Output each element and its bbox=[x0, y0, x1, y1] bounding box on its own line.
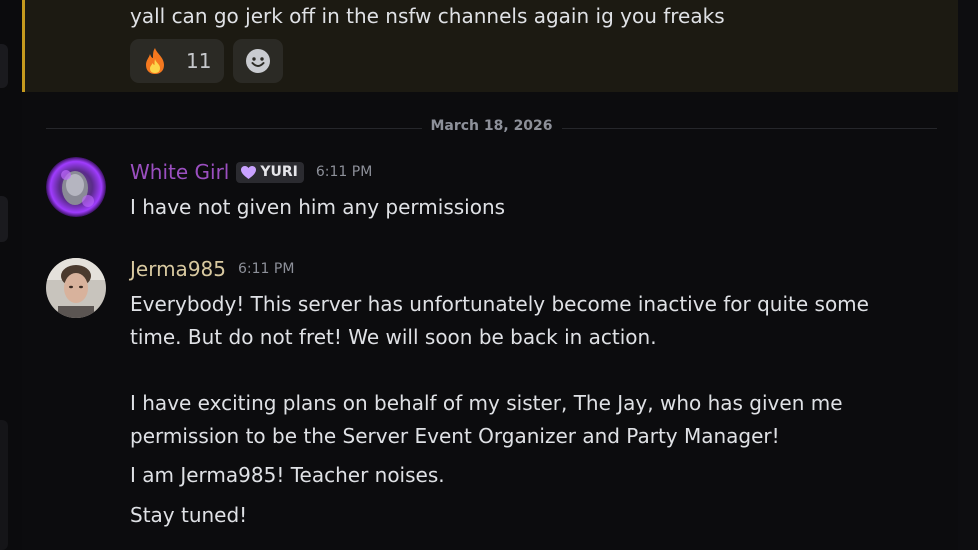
message-line: I have exciting plans on behalf of my si… bbox=[130, 391, 843, 415]
rail-tab[interactable] bbox=[0, 420, 8, 550]
message-line: I am Jerma985! Teacher noises. bbox=[130, 463, 445, 487]
heart-icon bbox=[241, 165, 257, 179]
rail-tab[interactable] bbox=[0, 196, 8, 242]
timestamp[interactable]: 6:11 PM bbox=[238, 261, 294, 277]
date-divider-label: March 18, 2026 bbox=[421, 118, 562, 134]
role-badge[interactable]: YURI bbox=[236, 161, 304, 183]
message-header: White Girl YURI 6:11 PM bbox=[130, 160, 372, 184]
message-line: time. But do not fret! We will soon be b… bbox=[130, 325, 657, 349]
highlighted-message[interactable]: yall can go jerk off in the nsfw channel… bbox=[22, 0, 958, 92]
message-header: Jerma985 6:11 PM bbox=[130, 257, 294, 281]
badge-label: YURI bbox=[260, 164, 298, 180]
fire-emoji-icon bbox=[146, 48, 164, 74]
username[interactable]: Jerma985 bbox=[130, 257, 226, 281]
message-line: permission to be the Server Event Organi… bbox=[130, 424, 780, 448]
message-content: yall can go jerk off in the nsfw channel… bbox=[130, 4, 725, 28]
message-line: Stay tuned! bbox=[130, 503, 248, 527]
timestamp[interactable]: 6:11 PM bbox=[316, 164, 372, 180]
scrollbar[interactable] bbox=[958, 0, 978, 550]
rail-tab[interactable] bbox=[0, 44, 8, 88]
avatar[interactable] bbox=[46, 157, 106, 217]
add-reaction-button[interactable] bbox=[233, 39, 283, 83]
left-rail bbox=[0, 0, 22, 550]
avatar[interactable] bbox=[46, 258, 106, 318]
reaction-count: 11 bbox=[186, 49, 212, 73]
username[interactable]: White Girl bbox=[130, 160, 229, 184]
avatar-image bbox=[46, 157, 106, 217]
avatar-image bbox=[46, 258, 106, 318]
add-reaction-smile-icon bbox=[246, 49, 270, 73]
message-line: I have not given him any permissions bbox=[130, 195, 506, 219]
reaction-fire[interactable]: 11 bbox=[130, 39, 224, 83]
message-line: Everybody! This server has unfortunately… bbox=[130, 292, 869, 316]
date-divider: March 18, 2026 bbox=[46, 118, 937, 134]
